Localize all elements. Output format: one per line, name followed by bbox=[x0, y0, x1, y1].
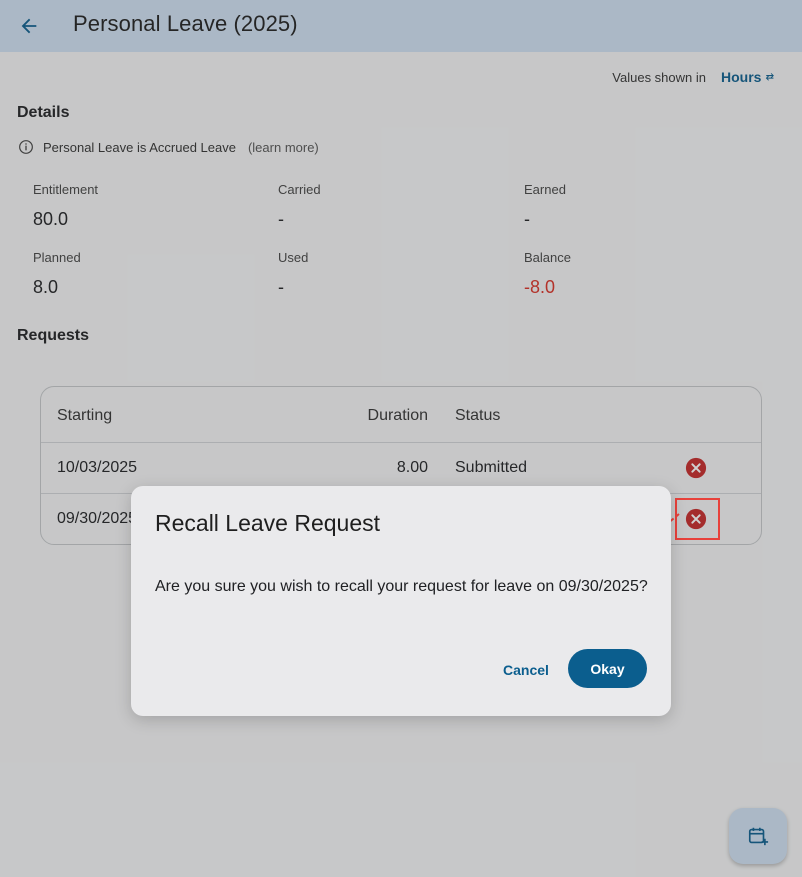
modal-scrim[interactable] bbox=[0, 0, 802, 877]
cancel-button[interactable]: Cancel bbox=[496, 652, 556, 688]
dialog-title: Recall Leave Request bbox=[155, 510, 381, 536]
dialog-message: Are you sure you wish to recall your req… bbox=[155, 578, 648, 595]
recall-dialog: Recall Leave Request Are you sure you wi… bbox=[131, 486, 671, 716]
okay-button[interactable]: Okay bbox=[568, 649, 647, 688]
